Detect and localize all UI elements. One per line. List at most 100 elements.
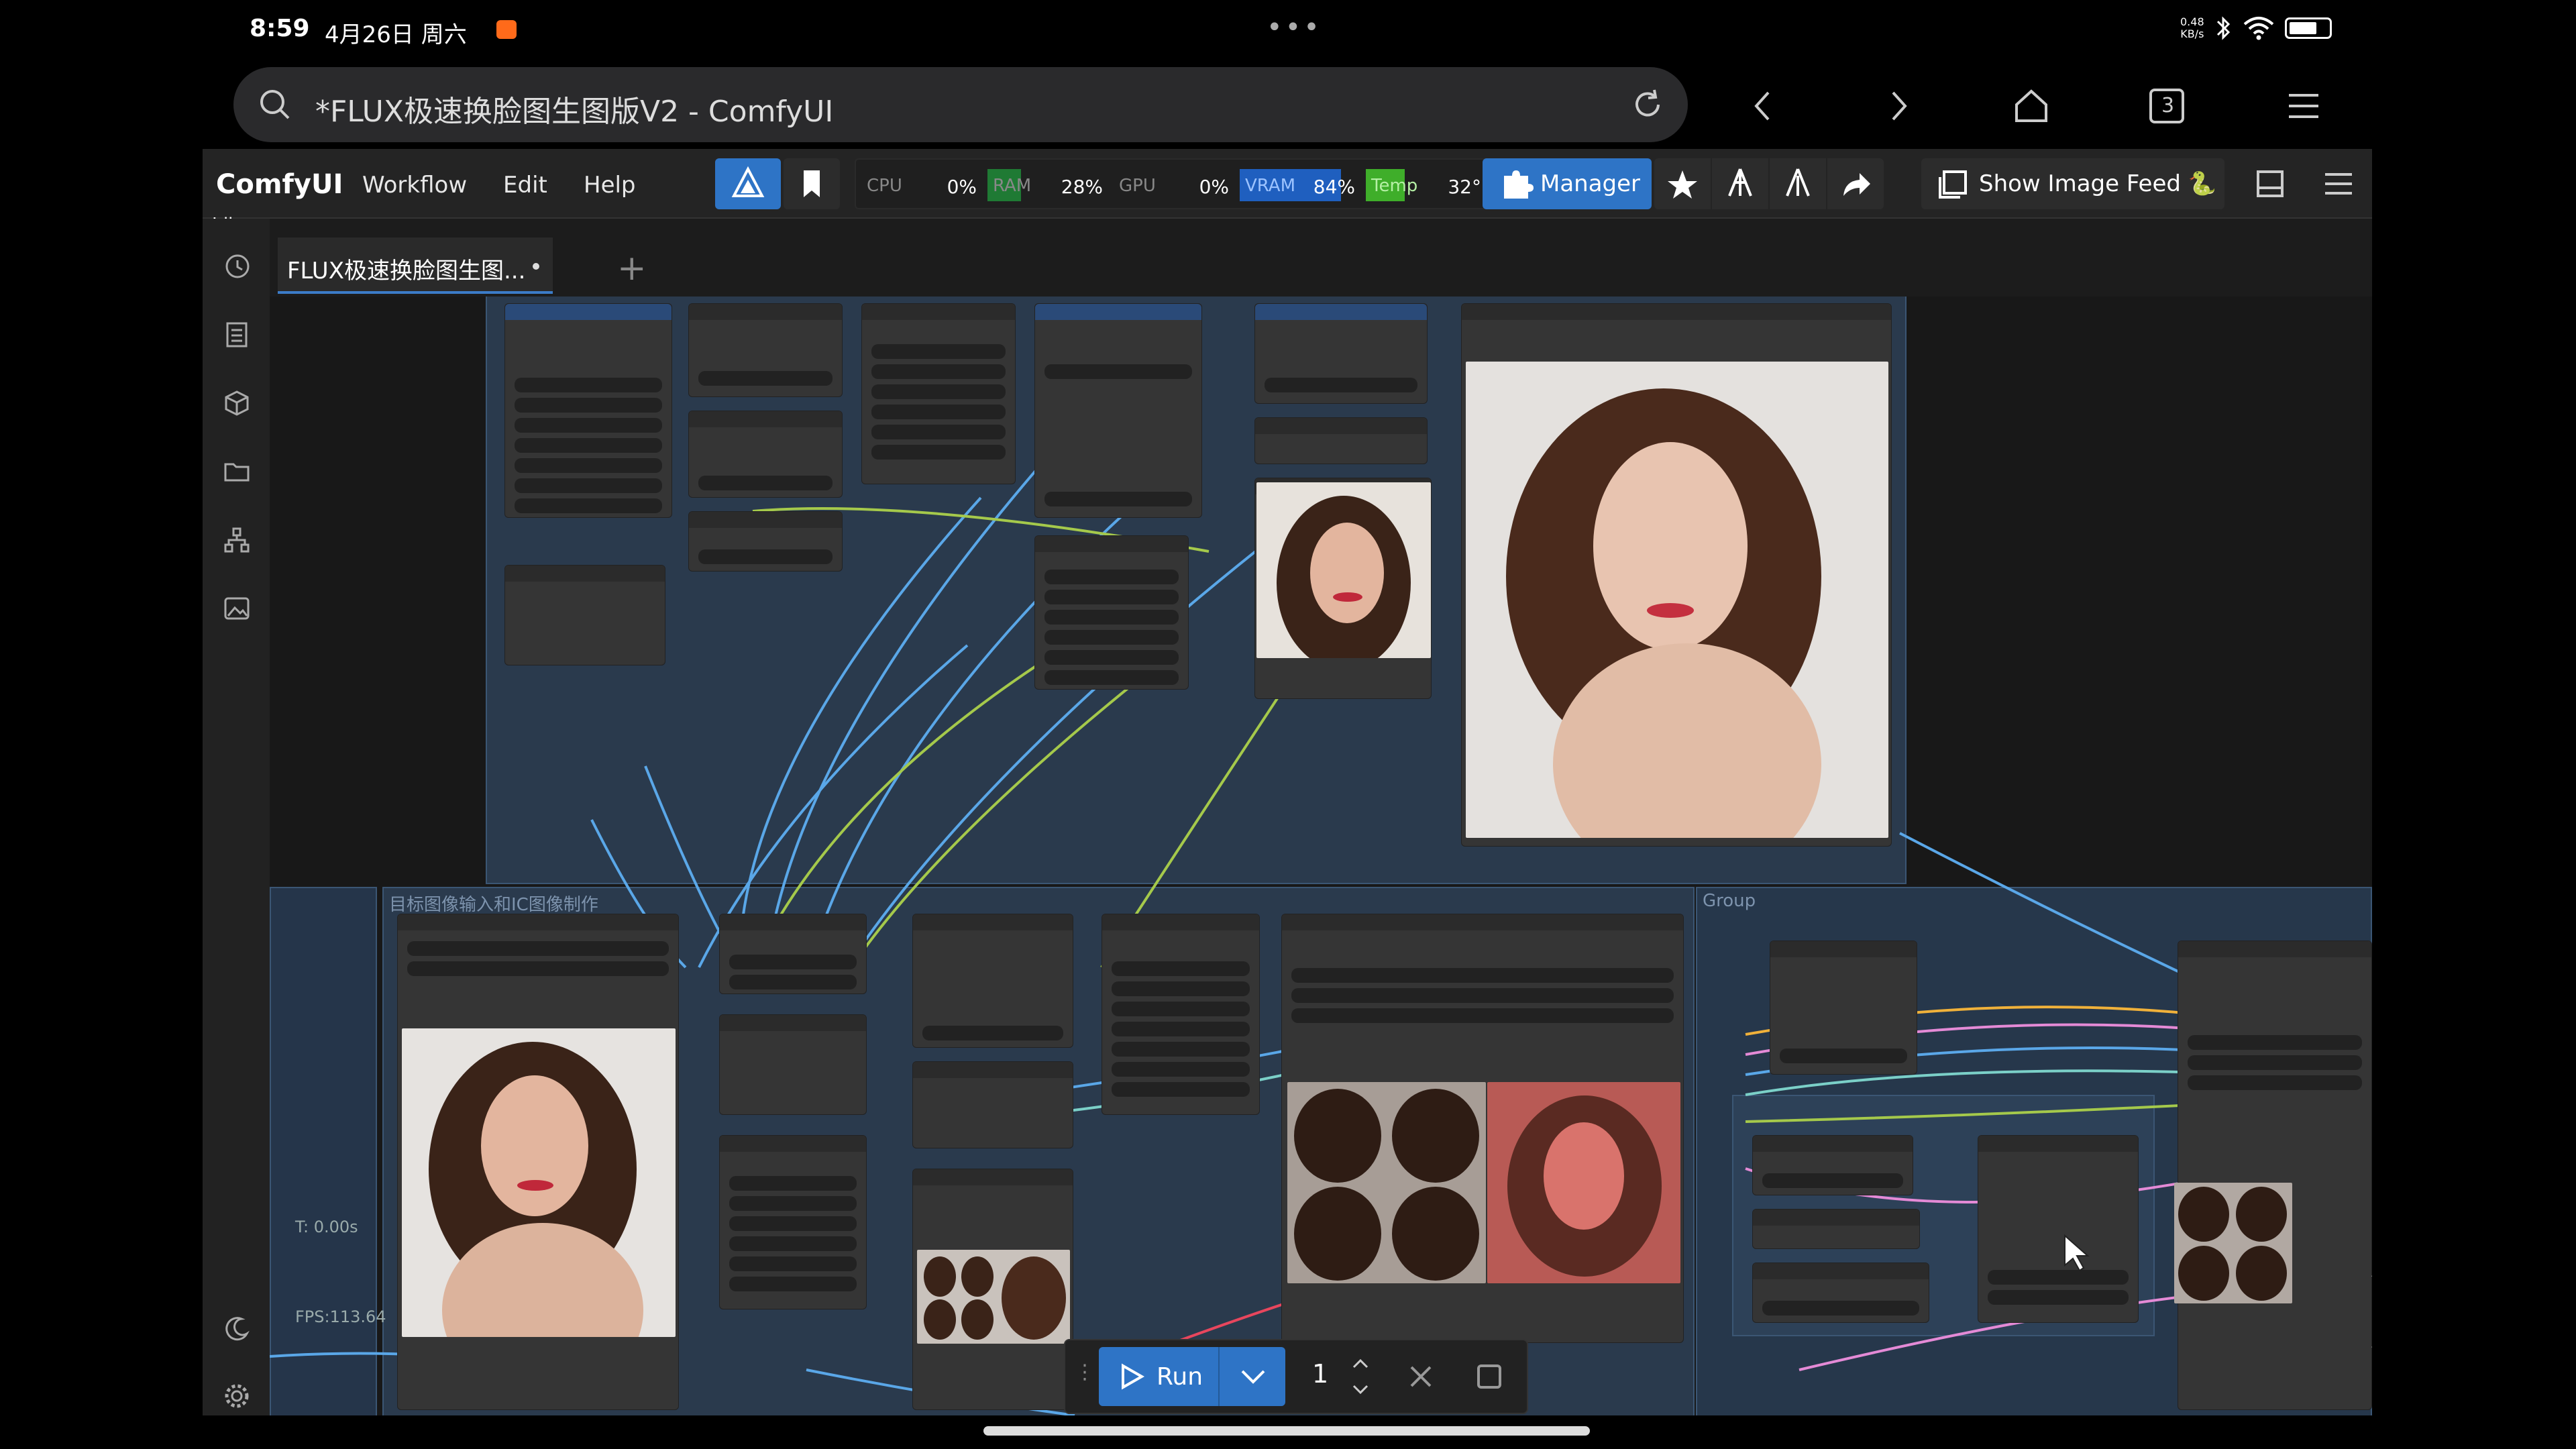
reference-face-image[interactable] — [1256, 482, 1431, 658]
node-group-b[interactable] — [1752, 1135, 1913, 1195]
share-model-button[interactable] — [1712, 158, 1768, 209]
output-image[interactable] — [1466, 362, 1888, 838]
node-widget[interactable] — [515, 378, 662, 392]
node-widget[interactable] — [1291, 968, 1674, 983]
node-widget[interactable] — [515, 438, 662, 453]
address-bar[interactable]: *FLUX极速换脸图生图版V2 - ComfyUI — [233, 67, 1688, 142]
settings-icon[interactable] — [221, 1381, 252, 1411]
node-widget[interactable] — [729, 1236, 857, 1251]
node-widget[interactable] — [1044, 630, 1179, 645]
node-library-icon[interactable] — [221, 525, 252, 555]
node-ic-settings[interactable] — [1102, 914, 1260, 1115]
node-widget[interactable] — [1112, 1022, 1250, 1036]
reload-icon[interactable] — [1629, 86, 1666, 123]
node-widget[interactable] — [871, 384, 1006, 399]
node-widget[interactable] — [871, 425, 1006, 439]
node-widget[interactable] — [698, 476, 833, 490]
node-clip-1[interactable] — [688, 303, 843, 397]
node-widget[interactable] — [1044, 364, 1192, 379]
node-widget[interactable] — [1112, 961, 1250, 976]
node-widget[interactable] — [1044, 570, 1179, 584]
node-widget[interactable] — [729, 1196, 857, 1211]
run-button[interactable]: Run — [1099, 1347, 1218, 1406]
forward-icon[interactable] — [1878, 86, 1919, 126]
node-widget[interactable] — [2188, 1075, 2362, 1090]
history-icon[interactable] — [221, 251, 252, 282]
node-widget[interactable] — [871, 405, 1006, 419]
node-crop[interactable] — [719, 1014, 867, 1115]
copy-model-button[interactable] — [1770, 158, 1826, 209]
page-title[interactable]: *FLUX极速换脸图生图版V2 - ComfyUI — [315, 87, 833, 130]
node-widget[interactable] — [729, 955, 857, 969]
node-group-e[interactable] — [1978, 1135, 2139, 1323]
node-widget[interactable] — [1762, 1301, 1919, 1316]
node-widget[interactable] — [1044, 670, 1179, 685]
node-widget[interactable] — [871, 364, 1006, 379]
node-group-output[interactable] — [2174, 941, 2372, 1410]
node-widget[interactable] — [1112, 1002, 1250, 1016]
face-grid-image[interactable] — [1287, 1082, 1486, 1283]
node-widget[interactable] — [515, 458, 662, 473]
node-load-target-image[interactable] — [397, 914, 679, 1410]
workflows-icon[interactable] — [221, 456, 252, 487]
node-resize[interactable] — [719, 914, 867, 994]
back-icon[interactable] — [1743, 86, 1783, 126]
queue-icon[interactable] — [221, 319, 252, 350]
node-widget[interactable] — [1044, 590, 1179, 604]
node-widget[interactable] — [1044, 650, 1179, 665]
node-widget[interactable] — [698, 371, 833, 386]
node-widget[interactable] — [515, 478, 662, 493]
image-feed-button[interactable]: Show Image Feed 🐍 — [1921, 158, 2224, 209]
node-scale[interactable] — [1254, 417, 1428, 464]
node-widget[interactable] — [729, 975, 857, 989]
node-widget[interactable] — [515, 498, 662, 513]
count-stepper-icon[interactable] — [1347, 1347, 1374, 1406]
home-icon[interactable] — [2011, 86, 2051, 126]
run-mode-dropdown[interactable] — [1218, 1347, 1285, 1406]
node-ic-image-compose[interactable] — [1281, 914, 1684, 1343]
target-image[interactable] — [402, 1028, 676, 1337]
masked-face-image[interactable] — [1487, 1082, 1680, 1283]
node-group-a[interactable] — [1770, 941, 1917, 1075]
node-widget[interactable] — [1112, 1042, 1250, 1057]
menu-workflow[interactable]: Workflow — [362, 172, 467, 199]
node-preview-reference[interactable] — [1254, 478, 1432, 699]
node-widget[interactable] — [922, 1026, 1063, 1040]
tabs-button[interactable]: 3 — [2149, 89, 2184, 123]
new-tab-button[interactable]: + — [617, 248, 647, 288]
node-widget[interactable] — [515, 398, 662, 413]
node-widget[interactable] — [1291, 988, 1674, 1003]
hamburger-icon[interactable] — [2318, 164, 2359, 204]
batch-count-input[interactable]: 1 — [1312, 1359, 1328, 1389]
node-group-d[interactable] — [1752, 1263, 1929, 1323]
node-widget[interactable] — [1265, 378, 1417, 392]
node-widget[interactable] — [1112, 1062, 1250, 1077]
node-loader-2[interactable] — [504, 565, 665, 665]
face-grid-small[interactable] — [917, 1250, 1070, 1344]
stop-icon[interactable] — [1469, 1356, 1509, 1397]
theme-icon[interactable] — [221, 1313, 252, 1344]
node-parameters[interactable] — [1034, 535, 1189, 690]
node-widget[interactable] — [1762, 1173, 1903, 1188]
node-widget[interactable] — [1112, 981, 1250, 996]
node-widget[interactable] — [698, 549, 833, 564]
node-face-detect[interactable] — [719, 1135, 867, 1309]
node-widget[interactable] — [729, 1176, 857, 1191]
node-save-image[interactable] — [1461, 303, 1892, 847]
node-clip-3[interactable] — [688, 511, 843, 572]
node-preview-faces[interactable] — [912, 1169, 1073, 1410]
workflow-tab[interactable]: FLUX极速换脸图生图... — [278, 237, 553, 294]
model-library-icon[interactable] — [221, 388, 252, 419]
output-face-grid[interactable] — [2174, 1183, 2292, 1303]
node-clip-2[interactable] — [688, 411, 843, 498]
node-widget[interactable] — [515, 418, 662, 433]
node-widget[interactable] — [729, 1277, 857, 1291]
node-widget[interactable] — [1044, 610, 1179, 625]
node-widget[interactable] — [407, 961, 669, 976]
node-widget[interactable] — [2188, 1055, 2362, 1070]
menu-edit[interactable]: Edit — [503, 172, 547, 199]
node-widget[interactable] — [1780, 1049, 1907, 1063]
node-widget[interactable] — [407, 941, 669, 956]
node-widget[interactable] — [1988, 1290, 2129, 1305]
node-sampler-settings[interactable] — [861, 303, 1016, 484]
